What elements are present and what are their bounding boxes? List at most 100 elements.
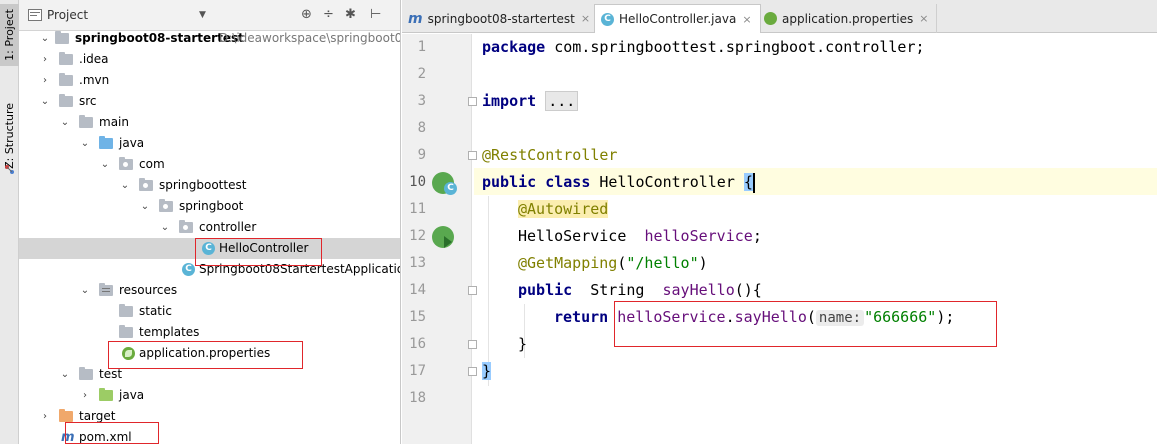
tree-item-label: .idea xyxy=(79,52,109,66)
folder-icon xyxy=(59,73,73,86)
tree-item-project-root[interactable]: ⌄ springboot08-startertest D:\ideaworksp… xyxy=(19,28,401,49)
chevron-down-icon[interactable]: ⌄ xyxy=(139,196,151,217)
fold-marker-icon[interactable] xyxy=(468,97,477,106)
tree-item-target[interactable]: › target xyxy=(19,406,400,427)
tab-application-properties[interactable]: application.properties × xyxy=(758,4,938,33)
type-name: String xyxy=(572,281,663,299)
chevron-down-icon[interactable]: ⌄ xyxy=(59,364,71,385)
tree-item-pom[interactable]: m pom.xml xyxy=(19,427,400,444)
code-line-12: HelloService helloService; xyxy=(518,223,762,250)
tree-item-java[interactable]: ⌄ java xyxy=(19,133,400,154)
target-icon[interactable]: ⊕ xyxy=(301,7,312,23)
brace: } xyxy=(482,362,492,380)
tree-item-test-java[interactable]: › java xyxy=(19,385,400,406)
tree-item-hellocontroller[interactable]: C HelloController xyxy=(19,238,400,259)
line-number: 13 xyxy=(409,255,426,271)
line-number: 1 xyxy=(417,39,426,55)
brace: { xyxy=(743,173,753,191)
project-path: D:\ideaworkspace\springboot0 xyxy=(219,31,401,45)
type-name: HelloService xyxy=(518,227,645,245)
chevron-right-icon[interactable]: › xyxy=(39,49,51,70)
tree-item-mvn[interactable]: › .mvn xyxy=(19,70,400,91)
tree-item-label: target xyxy=(79,409,116,423)
code-line-17: } xyxy=(482,358,492,385)
line-number: 14 xyxy=(409,282,426,298)
tab-label: springboot08-startertest xyxy=(427,11,575,26)
parameter-hint: name: xyxy=(815,310,865,326)
paren: (){ xyxy=(734,281,762,299)
chevron-down-icon[interactable]: ⌄ xyxy=(99,154,111,175)
chevron-right-icon[interactable]: › xyxy=(79,385,91,406)
code-line-15: return helloService.sayHello(name: "66666… xyxy=(554,304,954,331)
hide-icon[interactable]: ⊢ xyxy=(370,7,381,23)
tree-item-application-properties[interactable]: application.properties xyxy=(19,343,400,364)
tree-item-label: templates xyxy=(139,325,200,339)
string-literal: "666666" xyxy=(864,308,937,326)
chevron-down-icon[interactable]: ⌄ xyxy=(39,91,51,112)
tree-item-idea[interactable]: › .idea xyxy=(19,49,400,70)
spring-leaf-icon xyxy=(764,12,777,25)
resources-folder-icon xyxy=(99,283,113,296)
tab-label: application.properties xyxy=(782,11,914,26)
chevron-down-icon[interactable]: ▼ xyxy=(199,10,206,20)
class-icon: C xyxy=(601,12,614,26)
keyword: public class xyxy=(482,173,591,191)
paren: ( xyxy=(806,308,816,326)
chevron-down-icon[interactable]: ⌄ xyxy=(119,175,131,196)
keyword: public xyxy=(518,281,573,299)
chevron-right-icon[interactable]: › xyxy=(39,70,51,91)
tree-item-label: HelloController xyxy=(219,241,309,255)
code-area[interactable]: package com.springboottest.springboot.co… xyxy=(482,34,1157,444)
tree-item-main[interactable]: ⌄ main xyxy=(19,112,400,133)
fold-marker-icon[interactable] xyxy=(468,151,477,160)
tree-item-templates[interactable]: templates xyxy=(19,322,400,343)
tree-item-src[interactable]: ⌄ src xyxy=(19,91,400,112)
chevron-down-icon[interactable]: ⌄ xyxy=(159,217,171,238)
excluded-folder-icon xyxy=(59,409,73,422)
chevron-down-icon[interactable]: ⌄ xyxy=(79,280,91,301)
tree-item-resources[interactable]: ⌄ resources xyxy=(19,280,400,301)
spring-boot-class-icon: C xyxy=(182,263,195,276)
fold-marker-icon[interactable] xyxy=(468,340,477,349)
fold-marker-icon[interactable] xyxy=(468,286,477,295)
tree-item-label: java xyxy=(119,136,145,150)
tree-item-label: application.properties xyxy=(139,346,271,360)
field-name: helloService xyxy=(617,308,726,326)
folder-icon xyxy=(79,367,93,380)
tree-item-label: com xyxy=(139,157,165,171)
spring-bean-class-icon[interactable] xyxy=(432,172,457,195)
close-icon[interactable]: × xyxy=(581,12,590,25)
keyword: return xyxy=(554,308,609,326)
code-line-1: package com.springboottest.springboot.co… xyxy=(482,34,925,61)
project-tool-tab[interactable]: 1: Project xyxy=(0,4,19,66)
chevron-down-icon[interactable]: ⌄ xyxy=(79,133,91,154)
collapse-icon[interactable]: ÷ xyxy=(323,7,334,23)
fold-marker-icon[interactable] xyxy=(468,367,477,376)
chevron-down-icon[interactable]: ⌄ xyxy=(59,112,71,133)
project-tool-tab-label: 1: Project xyxy=(3,9,16,61)
tree-item-com[interactable]: ⌄ com xyxy=(19,154,400,175)
chevron-right-icon[interactable]: › xyxy=(39,406,51,427)
tree-item-controller[interactable]: ⌄ controller xyxy=(19,217,400,238)
tree-item-springboottest[interactable]: ⌄ springboottest xyxy=(19,175,400,196)
tree-item-application-class[interactable]: C Springboot08StartertestApplication xyxy=(19,259,400,280)
close-icon[interactable]: × xyxy=(919,12,928,25)
tab-springboot08-startertest[interactable]: m springboot08-startertest × xyxy=(402,4,600,33)
tree-item-springboot[interactable]: ⌄ springboot xyxy=(19,196,400,217)
folded-imports[interactable]: ... xyxy=(545,91,579,111)
settings-icon[interactable]: ✱ xyxy=(345,7,356,23)
editor-tab-bar: m springboot08-startertest × C HelloCont… xyxy=(402,0,1157,33)
chevron-down-icon[interactable]: ⌄ xyxy=(39,28,51,49)
tree-item-label: resources xyxy=(119,283,178,297)
navigate-autowired-icon[interactable] xyxy=(432,226,454,248)
annotation: @GetMapping xyxy=(518,254,618,272)
project-view-icon xyxy=(28,9,42,21)
tree-item-test[interactable]: ⌄ test xyxy=(19,364,400,385)
code-line-11: @Autowired xyxy=(518,196,609,223)
close-icon[interactable]: × xyxy=(742,13,751,26)
line-number: 18 xyxy=(409,390,426,406)
code-line-13: @GetMapping("/hello") xyxy=(518,250,708,277)
keyword: import xyxy=(482,92,537,110)
tree-item-static[interactable]: static xyxy=(19,301,400,322)
tab-hellocontroller-java[interactable]: C HelloController.java × xyxy=(594,4,761,33)
